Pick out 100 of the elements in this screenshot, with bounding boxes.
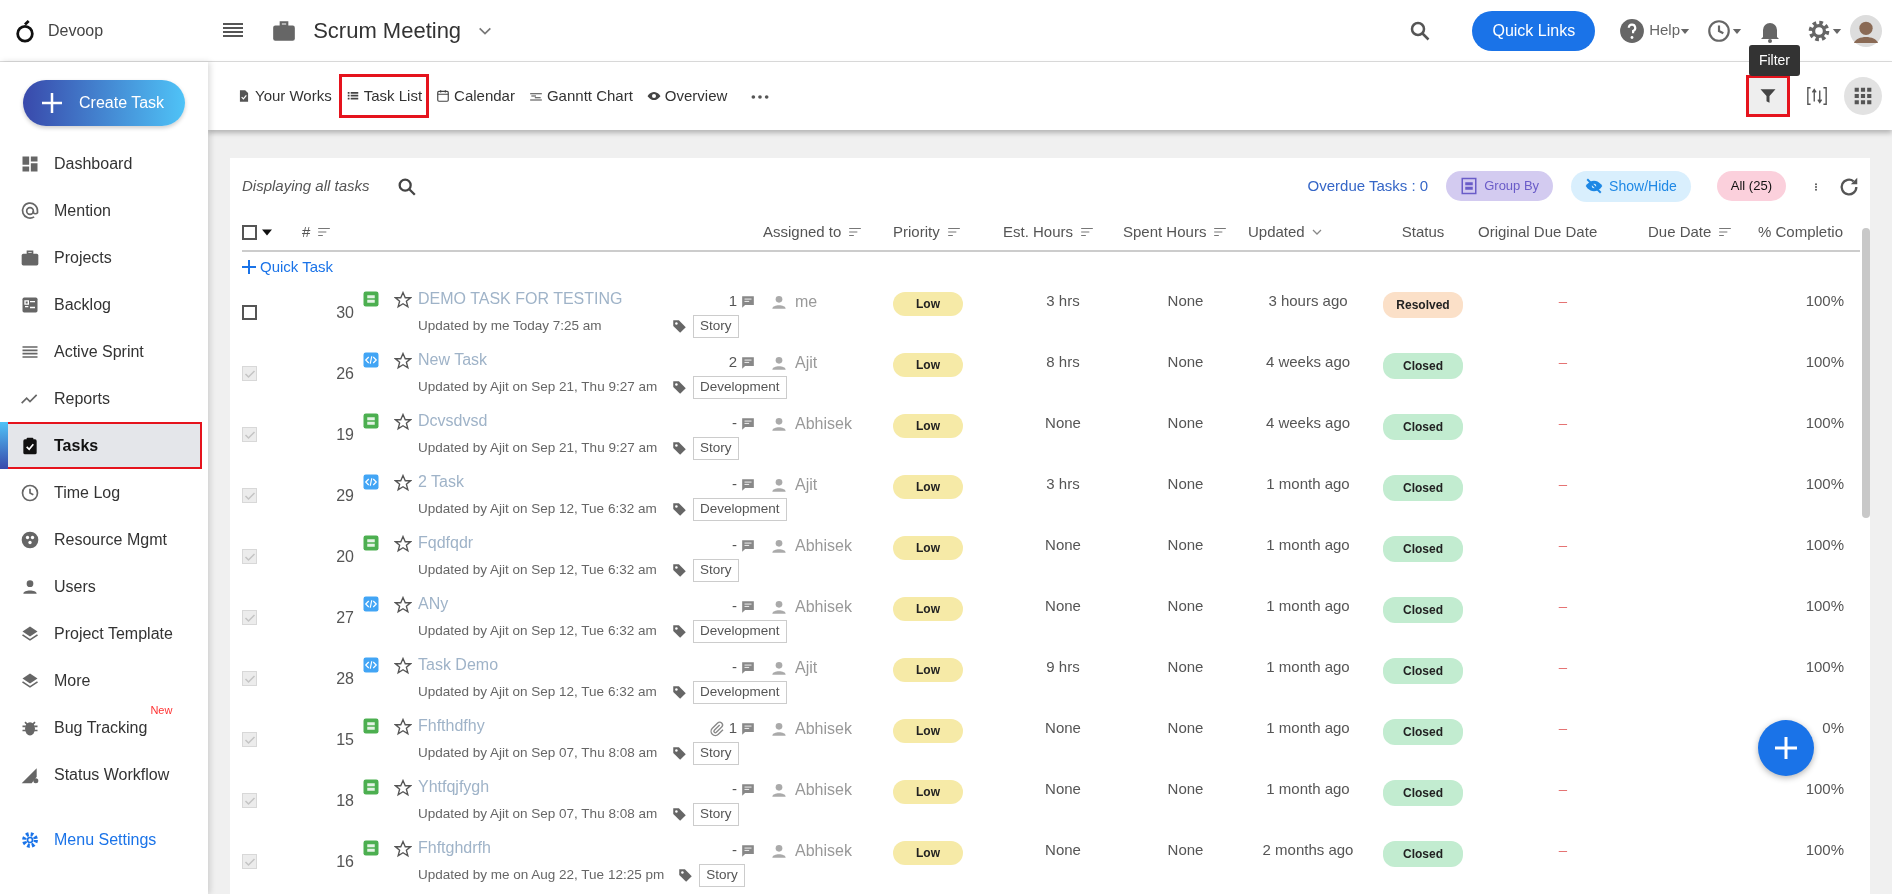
filter-button[interactable] <box>1746 75 1790 117</box>
all-filter-button[interactable]: All (25) <box>1716 171 1786 201</box>
comment-count: - <box>732 779 737 800</box>
sidebar-item[interactable]: Projects <box>0 234 208 281</box>
task-number: 16 <box>336 852 354 870</box>
tab[interactable]: Ganntt Chart <box>521 73 640 119</box>
sidebar-item[interactable]: Project Template <box>0 610 208 657</box>
group-by-button[interactable]: Group By <box>1446 171 1554 201</box>
sidebar-item[interactable]: Resource Mgmt <box>0 516 208 563</box>
comment-icon[interactable] <box>741 660 755 675</box>
tab[interactable]: Your Works <box>230 73 339 119</box>
checkbox[interactable] <box>242 305 257 320</box>
paperclip-icon[interactable] <box>708 720 725 737</box>
star-icon[interactable] <box>394 596 412 615</box>
estimated-hours: 3 hrs <box>1046 292 1080 310</box>
priority-label: Low <box>893 657 963 682</box>
sort-icon[interactable] <box>945 225 962 239</box>
plus-icon <box>242 260 256 274</box>
story-icon <box>362 778 380 797</box>
apps-button[interactable] <box>1844 77 1882 115</box>
settings-icon <box>20 830 40 850</box>
sidebar-item[interactable]: Status Workflow <box>0 751 208 798</box>
tab[interactable]: Task List <box>338 73 430 119</box>
star-icon[interactable] <box>394 779 412 798</box>
column-header[interactable]: Assigned to <box>763 220 842 244</box>
avatar-icon[interactable] <box>1850 14 1882 47</box>
quick-links-button[interactable]: Quick Links <box>1472 10 1596 51</box>
column-header[interactable]: Spent Hours <box>1123 220 1207 244</box>
updated-by-text: Updated by me on Aug 22, Tue 12:25 pm <box>418 866 665 885</box>
sidebar-item[interactable]: Mention <box>0 187 208 234</box>
comment-icon[interactable] <box>741 355 755 370</box>
quick-task-link[interactable]: Quick Task <box>242 255 334 279</box>
help-icon[interactable] <box>1619 17 1646 44</box>
column-header[interactable]: Original Due Date <box>1478 220 1598 244</box>
spent-hours: None <box>1167 292 1204 310</box>
code-icon <box>362 595 380 614</box>
star-icon[interactable] <box>394 291 412 310</box>
star-icon[interactable] <box>394 474 412 493</box>
star-icon[interactable] <box>394 657 412 676</box>
tag-label: Story <box>693 559 739 582</box>
sidebar-item[interactable]: Active Sprint <box>0 328 208 375</box>
sort-icon[interactable] <box>847 225 864 239</box>
sort-icon[interactable] <box>1079 225 1096 239</box>
original-due-date: – <box>1558 536 1568 554</box>
create-task-button[interactable]: Create Task <box>23 80 185 126</box>
comment-icon[interactable] <box>741 782 755 797</box>
sidebar-item[interactable]: Reports <box>0 375 208 422</box>
updated-by-text: Updated by Ajit on Sep 12, Tue 6:32 am <box>418 561 658 580</box>
clock-icon[interactable] <box>1706 17 1732 44</box>
updated-by-text: Updated by Ajit on Sep 07, Thu 8:08 am <box>418 744 658 763</box>
priority-label: Low <box>893 718 963 743</box>
estimated-hours: None <box>1045 841 1081 859</box>
star-icon[interactable] <box>394 352 412 371</box>
sort-icon[interactable] <box>1212 225 1229 239</box>
completion-percent: 100% <box>1805 292 1844 310</box>
help-menu[interactable]: Help <box>1649 19 1680 42</box>
overdue-tasks-link[interactable]: Overdue Tasks : 0 <box>1307 174 1429 198</box>
project-title[interactable]: Scrum Meeting <box>313 14 462 47</box>
star-icon[interactable] <box>394 535 412 554</box>
comment-icon[interactable] <box>741 416 755 431</box>
comment-icon[interactable] <box>741 599 755 614</box>
tag-icon <box>672 380 687 396</box>
sidebar-item[interactable]: Tasks <box>0 422 202 469</box>
sort-icon[interactable] <box>1717 225 1734 239</box>
comment-icon[interactable] <box>741 538 755 553</box>
star-icon[interactable] <box>394 840 412 859</box>
comment-icon[interactable] <box>741 477 755 492</box>
status-label: Closed <box>1383 718 1463 745</box>
tab[interactable]: Calendar <box>429 73 522 119</box>
column-header[interactable]: Est. Hours <box>1003 220 1074 244</box>
sidebar-item[interactable]: Dashboard <box>0 140 208 187</box>
column-header[interactable]: Priority <box>893 220 940 244</box>
tab[interactable]: Overview <box>639 73 735 119</box>
column-header[interactable]: Updated <box>1248 220 1305 244</box>
column-header[interactable]: Status <box>1401 220 1445 244</box>
column-header[interactable]: % Completio <box>1758 220 1844 244</box>
displaying-label: Displaying all tasks <box>242 175 370 196</box>
comment-icon[interactable] <box>741 721 755 736</box>
updated-by-text: Updated by Ajit on Sep 21, Thu 9:27 am <box>418 439 658 458</box>
column-header[interactable]: # <box>302 220 311 244</box>
menu-settings-link[interactable]: Menu Settings <box>0 828 208 852</box>
scrollbar[interactable] <box>1862 228 1870 518</box>
comment-icon[interactable] <box>741 294 755 309</box>
priority-label: Low <box>893 596 963 621</box>
filter-icon <box>1759 87 1777 105</box>
column-header[interactable]: Due Date <box>1648 220 1712 244</box>
sidebar-item[interactable]: Users <box>0 563 208 610</box>
sort-arrows-icon[interactable] <box>1806 84 1828 108</box>
star-icon[interactable] <box>394 718 412 737</box>
updated-time: 2 months ago <box>1262 841 1354 859</box>
task-number: 26 <box>336 364 354 382</box>
sidebar-item[interactable]: Time Log <box>0 469 208 516</box>
comment-icon[interactable] <box>741 843 755 858</box>
group-icon <box>1460 177 1479 195</box>
task-number: 20 <box>336 547 354 565</box>
sort-icon[interactable] <box>316 225 333 239</box>
sidebar-item[interactable]: More <box>0 657 208 704</box>
sidebar-item[interactable]: Backlog <box>0 281 208 328</box>
select-all-checkbox[interactable] <box>242 224 257 240</box>
star-icon[interactable] <box>394 413 412 432</box>
